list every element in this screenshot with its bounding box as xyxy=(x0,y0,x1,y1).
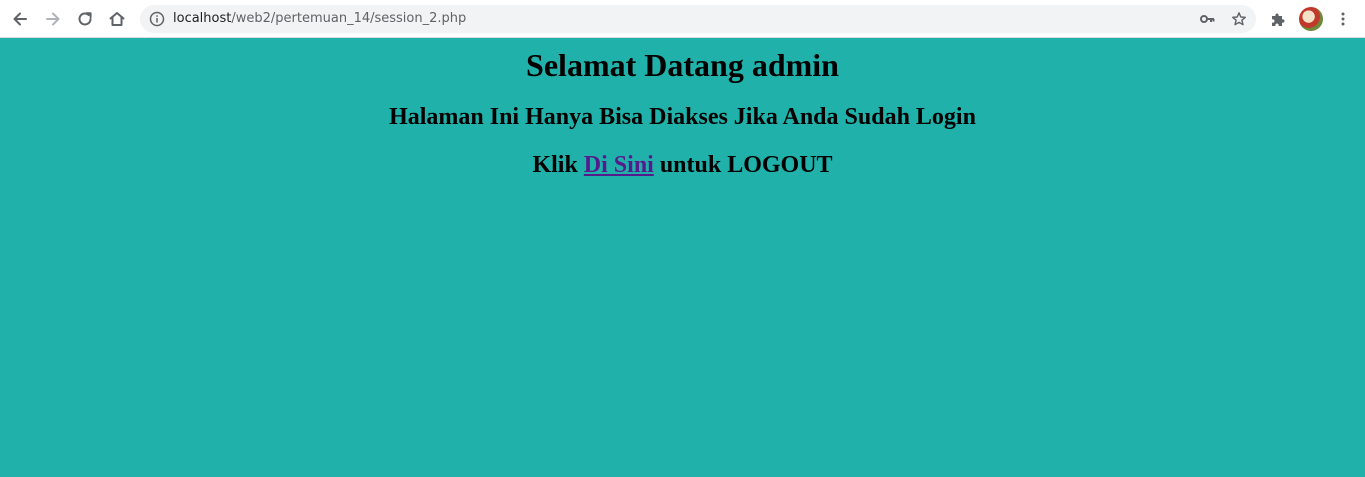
logout-link[interactable]: Di Sini xyxy=(584,152,654,178)
reload-icon xyxy=(78,12,92,26)
star-icon[interactable] xyxy=(1230,10,1248,28)
back-button[interactable] xyxy=(7,6,33,32)
puzzle-icon xyxy=(1272,13,1285,26)
url-text[interactable]: localhost/web2/pertemuan_14/session_2.ph… xyxy=(173,11,466,27)
logout-line: Klik Di Sini untuk LOGOUT xyxy=(0,151,1365,179)
forward-button[interactable] xyxy=(40,6,66,32)
url-path: /web2/pertemuan_14/session_2.php xyxy=(231,11,467,26)
logout-suffix: untuk LOGOUT xyxy=(653,152,833,178)
back-arrow-icon xyxy=(13,12,27,26)
address-bar[interactable]: localhost/web2/pertemuan_14/session_2.ph… xyxy=(140,5,1256,33)
page-content: Selamat Datang admin Halaman Ini Hanya B… xyxy=(0,38,1365,477)
extensions-button[interactable] xyxy=(1265,6,1291,32)
home-button[interactable] xyxy=(104,6,130,32)
welcome-heading: Selamat Datang admin xyxy=(526,47,839,83)
home-icon xyxy=(109,12,125,26)
url-host: localhost xyxy=(173,11,232,26)
browser-toolbar: localhost/web2/pertemuan_14/session_2.ph… xyxy=(0,0,1365,38)
key-icon[interactable] xyxy=(1198,10,1216,28)
login-notice-heading: Halaman Ini Hanya Bisa Diakses Jika Anda… xyxy=(389,104,976,130)
profile-avatar[interactable] xyxy=(1299,7,1323,31)
reload-button[interactable] xyxy=(72,6,98,32)
menu-button[interactable] xyxy=(1330,6,1356,32)
logout-prefix: Klik xyxy=(532,152,584,178)
forward-arrow-icon xyxy=(46,12,60,26)
kebab-menu-icon xyxy=(1341,12,1345,26)
info-icon[interactable] xyxy=(148,10,166,28)
